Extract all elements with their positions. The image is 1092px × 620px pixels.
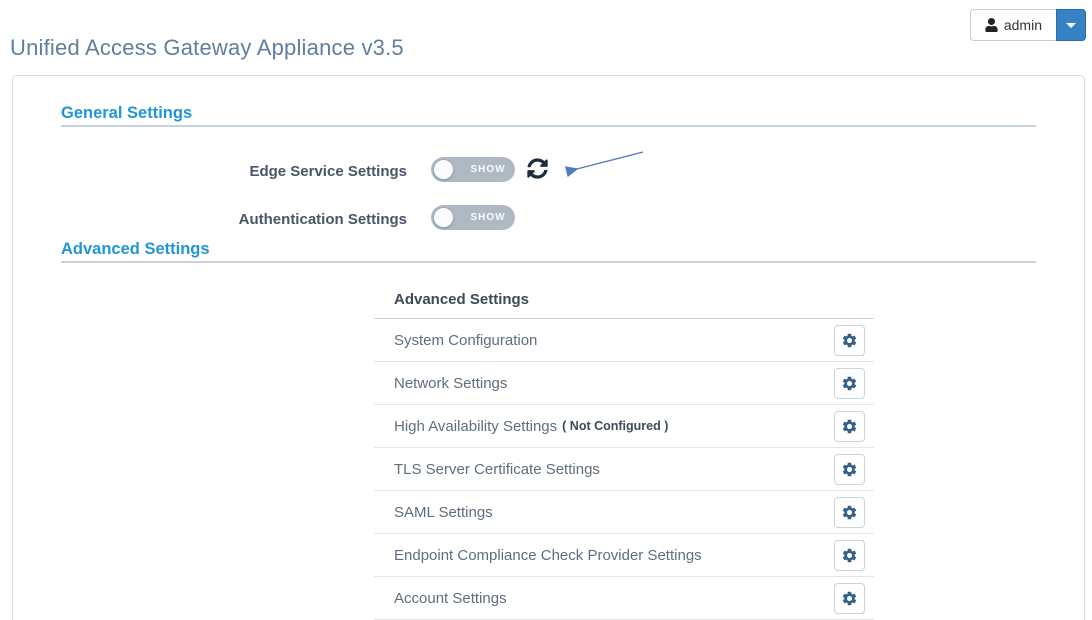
gear-icon[interactable] xyxy=(834,368,865,399)
user-button[interactable]: admin xyxy=(970,9,1056,41)
user-icon xyxy=(985,18,998,32)
user-menu: admin xyxy=(970,9,1086,41)
settings-panel: General Settings Edge Service Settings S… xyxy=(12,75,1085,620)
setting-label: TLS Server Certificate Settings xyxy=(394,461,600,478)
annotation-arrow xyxy=(553,143,653,183)
general-settings-divider xyxy=(61,125,1036,127)
page: admin Unified Access Gateway Appliance v… xyxy=(0,0,1092,620)
advanced-settings-table: Advanced Settings System Configuration N… xyxy=(374,284,874,620)
authentication-settings-label: Authentication Settings xyxy=(157,211,407,228)
edge-service-settings-toggle[interactable]: SHOW xyxy=(431,157,515,182)
table-row: Account Settings xyxy=(374,577,874,620)
setting-label: High Availability Settings xyxy=(394,418,557,435)
advanced-settings-heading: Advanced Settings xyxy=(61,240,210,259)
advanced-settings-table-header: Advanced Settings xyxy=(374,284,874,319)
edge-service-settings-label: Edge Service Settings xyxy=(157,163,407,180)
toggle-knob xyxy=(433,159,454,180)
gear-icon[interactable] xyxy=(834,583,865,614)
toggle-label: SHOW xyxy=(461,205,515,230)
table-row: SAML Settings xyxy=(374,491,874,534)
gear-icon[interactable] xyxy=(834,325,865,356)
setting-label: Network Settings xyxy=(394,375,507,392)
refresh-icon[interactable] xyxy=(527,157,549,179)
table-row: Network Settings xyxy=(374,362,874,405)
user-dropdown-button[interactable] xyxy=(1056,9,1086,41)
general-settings-heading: General Settings xyxy=(61,104,192,123)
chevron-down-icon xyxy=(1066,23,1076,28)
page-title: Unified Access Gateway Appliance v3.5 xyxy=(10,35,404,61)
table-row: System Configuration xyxy=(374,319,874,362)
setting-label: Endpoint Compliance Check Provider Setti… xyxy=(394,547,702,564)
user-label: admin xyxy=(1004,17,1042,33)
gear-icon[interactable] xyxy=(834,497,865,528)
gear-icon[interactable] xyxy=(834,454,865,485)
table-row: High Availability Settings ( Not Configu… xyxy=(374,405,874,448)
setting-status: ( Not Configured ) xyxy=(562,419,668,433)
advanced-settings-divider xyxy=(61,261,1036,263)
toggle-label: SHOW xyxy=(461,157,515,182)
toggle-knob xyxy=(433,207,454,228)
setting-label: SAML Settings xyxy=(394,504,493,521)
table-row: Endpoint Compliance Check Provider Setti… xyxy=(374,534,874,577)
authentication-settings-toggle[interactable]: SHOW xyxy=(431,205,515,230)
gear-icon[interactable] xyxy=(834,540,865,571)
gear-icon[interactable] xyxy=(834,411,865,442)
setting-label: Account Settings xyxy=(394,590,507,607)
setting-label: System Configuration xyxy=(394,332,537,349)
table-row: TLS Server Certificate Settings xyxy=(374,448,874,491)
